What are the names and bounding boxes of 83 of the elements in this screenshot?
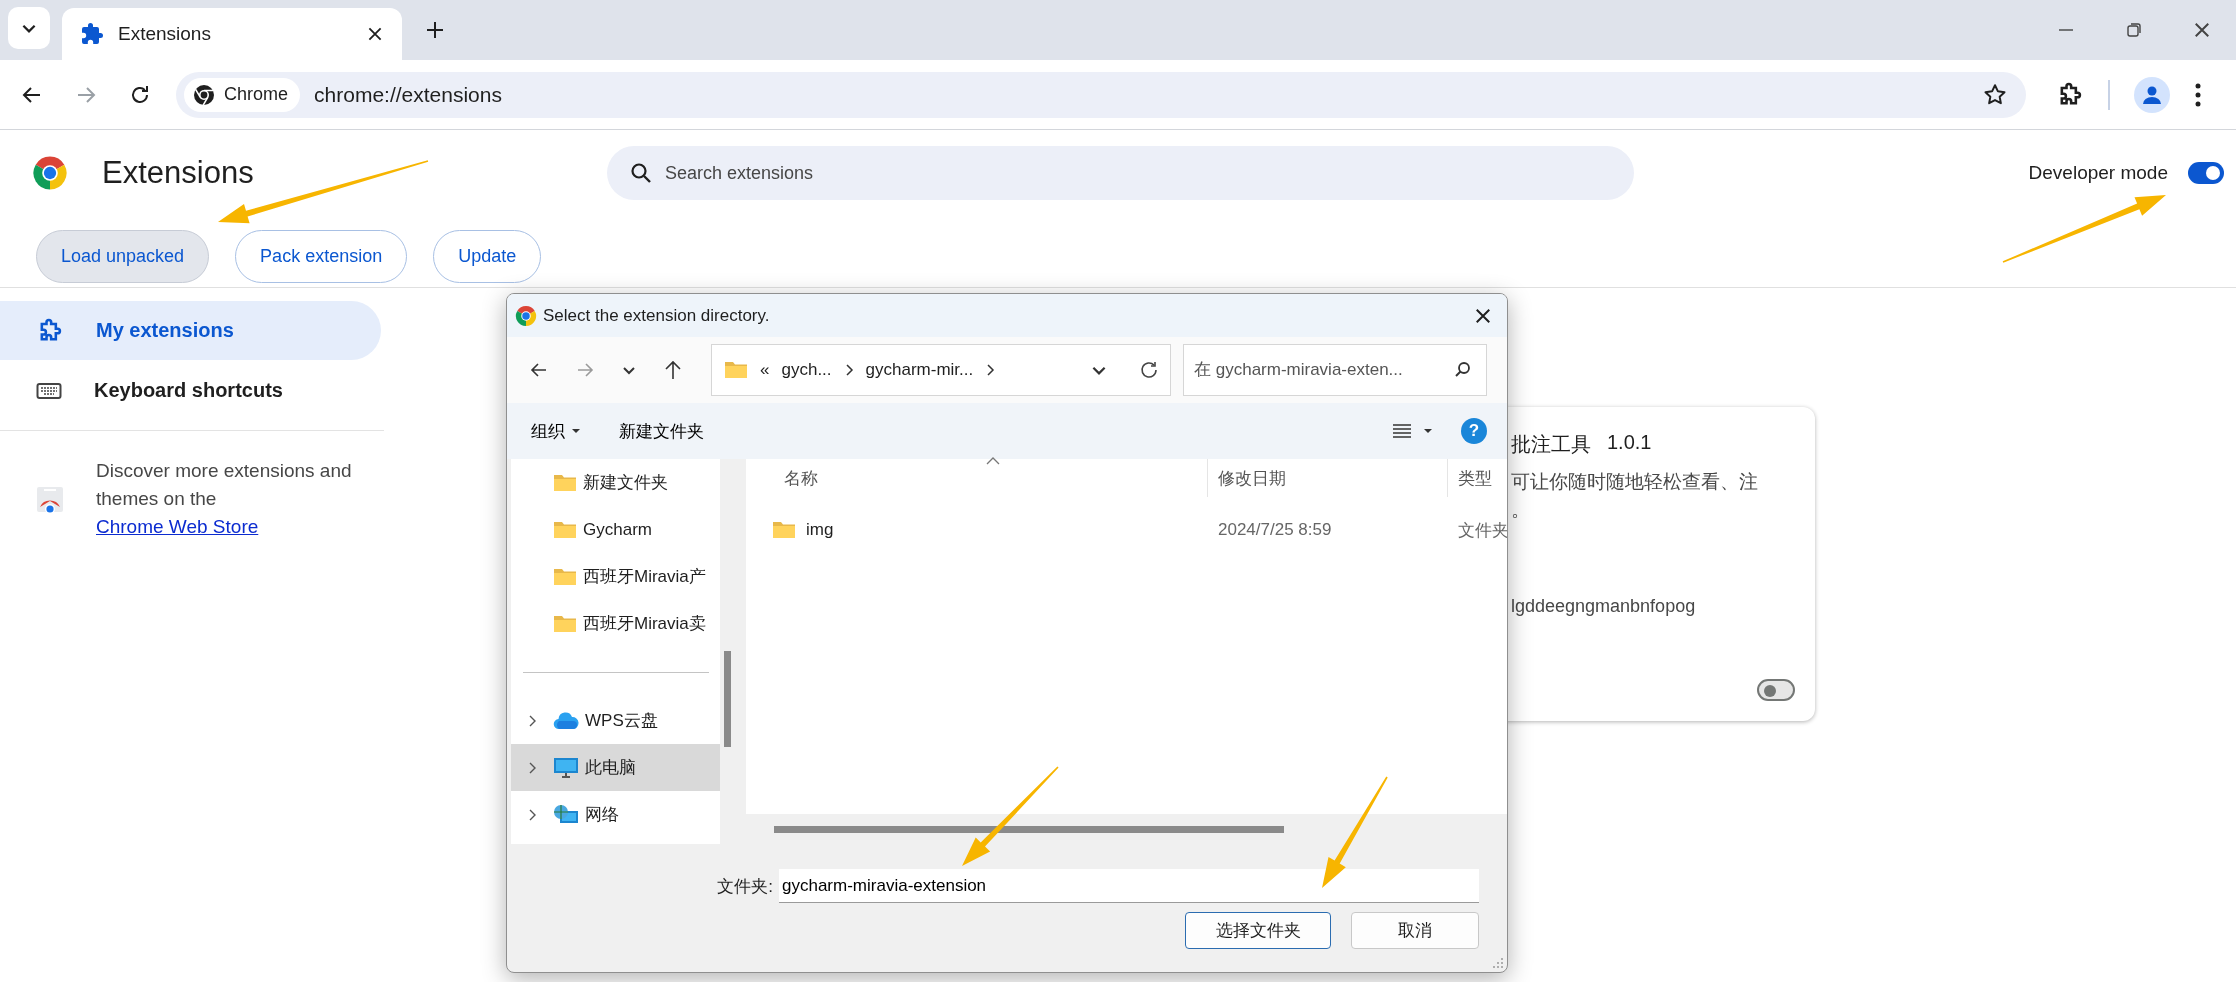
column-header[interactable]: 类型 (1448, 459, 1507, 497)
url-text: chrome://extensions (314, 82, 503, 107)
scrollbar-thumb[interactable] (724, 651, 731, 747)
tab-search-button[interactable] (8, 7, 50, 49)
browser-tab[interactable]: Extensions (62, 8, 402, 60)
new-folder-button[interactable]: 新建文件夹 (613, 415, 710, 447)
developer-mode-label: Developer mode (2028, 162, 2168, 184)
chrome-logo-icon (192, 82, 216, 107)
discover-text: Discover more extensions and themes on the Chrome Web Store (96, 459, 353, 539)
search-field[interactable]: Search extensions (607, 146, 1634, 200)
folder-icon (553, 519, 577, 540)
cancel-button[interactable]: 取消 (1351, 912, 1479, 949)
folder-name-field[interactable]: gycharm-miravia-extension (779, 869, 1479, 903)
scrollbar-thumb[interactable] (774, 826, 1284, 833)
close-icon[interactable] (2192, 20, 2212, 40)
web-store-link[interactable]: Chrome Web Store (96, 516, 259, 537)
keyboard-icon (36, 380, 62, 401)
web-store-icon (36, 485, 64, 513)
help-button[interactable]: ? (1461, 418, 1487, 444)
extension-name: 批注工具 (1511, 432, 1591, 457)
breadcrumb-item[interactable]: gych... (781, 360, 832, 380)
chevron-right-icon[interactable] (843, 363, 854, 377)
chevron-right-icon (527, 713, 537, 728)
folder-icon (553, 472, 577, 493)
folder-icon (553, 566, 577, 587)
close-icon[interactable] (366, 25, 384, 43)
chrome-logo-icon (515, 304, 537, 327)
organize-menu[interactable]: 组织 (525, 415, 587, 447)
nav-item[interactable]: 西班牙Miravia产 (511, 553, 723, 600)
folder-icon (724, 360, 748, 380)
folder-icon (553, 613, 577, 634)
cloud-icon (553, 711, 579, 730)
file-name: img (806, 520, 834, 540)
search-field[interactable]: 在 gycharm-miravia-exten... (1183, 344, 1487, 396)
dialog-title: Select the extension directory. (543, 305, 770, 326)
resize-grip-icon[interactable] (1492, 957, 1504, 969)
computer-icon (553, 756, 579, 779)
sort-caret-icon (986, 457, 1000, 465)
puzzle-icon (80, 22, 104, 46)
restore-icon[interactable] (2124, 20, 2144, 40)
extension-description: 。 (1511, 498, 1531, 522)
nav-item[interactable]: 西班牙Miravia卖 (511, 600, 723, 647)
column-header[interactable]: 修改日期 (1208, 459, 1448, 497)
address-bar[interactable]: Chrome chrome://extensions (176, 71, 2026, 118)
site-chip[interactable]: Chrome (184, 77, 301, 112)
nav-item[interactable]: WPS云盘 (511, 697, 723, 744)
caret-icon (571, 428, 581, 434)
breadcrumb-bar[interactable]: « gych... gycharm-mir... (711, 344, 1171, 396)
extension-toggle[interactable] (1757, 679, 1795, 701)
nav-item[interactable]: Gycharm (511, 506, 723, 553)
caret-icon (1423, 428, 1433, 434)
avatar[interactable] (2134, 76, 2170, 113)
pack-extension-button[interactable]: Pack extension (235, 230, 408, 283)
load-unpacked-button[interactable]: Load unpacked (36, 230, 210, 283)
chevron-right-icon (527, 807, 537, 822)
extension-id: lgddeegngmanbnfopog (1511, 596, 1697, 617)
new-tab-button[interactable] (424, 19, 446, 41)
column-header[interactable]: 名称 (746, 459, 1208, 497)
chrome-logo-icon (32, 155, 68, 191)
up-arrow-icon[interactable] (663, 359, 683, 381)
sidebar-item[interactable]: Keyboard shortcuts (0, 361, 381, 420)
chevron-right-icon (527, 760, 537, 775)
folder-icon (772, 520, 796, 540)
overflow-marker[interactable]: « (760, 360, 770, 380)
modified-date: 2024/7/25 8:59 (1217, 520, 1333, 540)
extension-version: 1.0.1 (1607, 431, 1652, 455)
refresh-icon[interactable] (1138, 359, 1160, 381)
network-icon (553, 803, 579, 826)
nav-item[interactable]: 网络 (511, 791, 723, 838)
extension-description: 可让你随时随地轻松查看、注 (1511, 470, 1759, 494)
menu-icon[interactable] (2194, 81, 2202, 108)
folder-label: 文件夹: (716, 875, 773, 898)
sidebar-item[interactable]: My extensions (0, 301, 381, 360)
developer-mode-toggle[interactable] (2188, 162, 2224, 184)
select-folder-button[interactable]: 选择文件夹 (1185, 912, 1331, 949)
nav-item[interactable]: 此电脑 (511, 744, 723, 791)
list-view-icon (1391, 422, 1413, 440)
page-title: Extensions (102, 155, 254, 191)
update-button[interactable]: Update (433, 230, 542, 283)
nav-item[interactable]: 新建文件夹 (511, 459, 723, 506)
breadcrumb-item[interactable]: gycharm-mir... (865, 360, 974, 380)
chevron-right-icon[interactable] (985, 363, 996, 377)
search-icon (629, 161, 653, 185)
